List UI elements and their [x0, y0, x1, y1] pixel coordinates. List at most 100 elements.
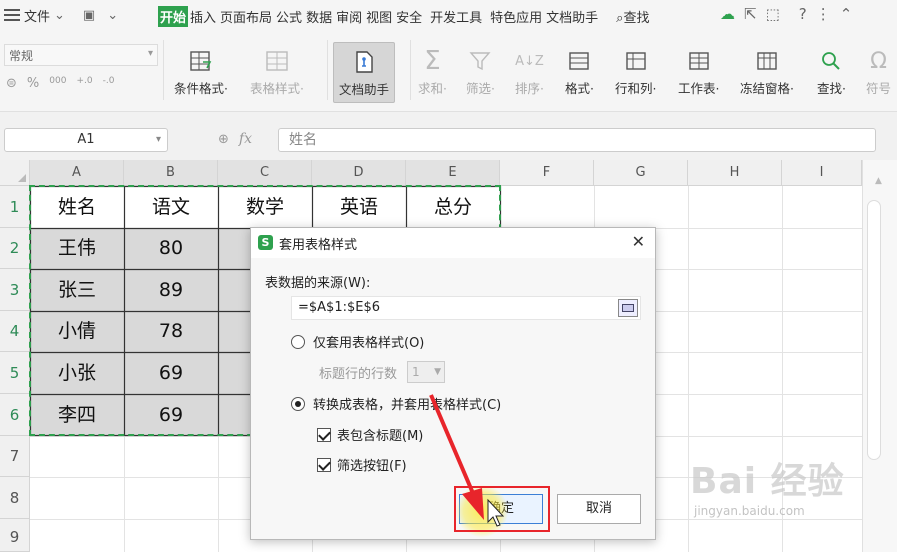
- tab-formulas[interactable]: 公式: [274, 6, 304, 27]
- tab-page-layout[interactable]: 页面布局: [218, 6, 274, 27]
- help-icon[interactable]: ?: [799, 5, 807, 23]
- ribbon-tabs: 开始 插入 页面布局 公式 数据 审阅 视图 安全 开发工具 特色应用 文档助手…: [158, 6, 651, 27]
- chevron-down-icon: ▾: [147, 48, 153, 59]
- doc-assistant-label: 文档助手: [339, 82, 390, 97]
- tab-home[interactable]: 开始: [158, 6, 189, 27]
- radio-style-only[interactable]: 仅套用表格样式(O): [291, 332, 424, 351]
- tab-developer[interactable]: 开发工具: [428, 6, 484, 27]
- range-picker-icon[interactable]: [618, 299, 638, 317]
- sort-button[interactable]: A↓Z 排序·: [515, 44, 544, 97]
- name-box[interactable]: A1 ▾: [4, 128, 168, 152]
- dialog-title-bar: S 套用表格样式 ✕: [251, 228, 655, 258]
- freeze-panes-button[interactable]: 冻结窗格·: [740, 44, 794, 97]
- hamburger-icon[interactable]: [4, 5, 20, 25]
- doc-assistant-icon: [339, 45, 389, 79]
- tab-doc-assistant[interactable]: 文档助手: [544, 6, 600, 27]
- range-value: =$A$1:$E$6: [298, 300, 381, 315]
- sort-icon: A↓Z: [515, 53, 544, 69]
- table-style-button[interactable]: 表格样式·: [250, 44, 304, 97]
- radio-icon[interactable]: [291, 334, 305, 349]
- app-logo-icon: S: [258, 235, 273, 250]
- number-format-select[interactable]: 常规 ▾: [4, 44, 158, 66]
- ribbon-divider: [327, 40, 328, 100]
- decrease-decimal-icon[interactable]: -.0: [103, 76, 115, 91]
- watermark-url: jingyan.baidu.com: [694, 504, 805, 518]
- radio-icon[interactable]: [291, 396, 305, 411]
- sum-button[interactable]: Σ 求和·: [418, 44, 447, 97]
- chevron-down-icon[interactable]: ⌄: [54, 8, 65, 23]
- vertical-scrollbar[interactable]: ▲: [862, 160, 897, 552]
- cancel-button[interactable]: 取消: [557, 494, 641, 524]
- ok-highlight-box: [454, 486, 550, 532]
- conditional-format-icon: [174, 44, 228, 78]
- format-label: 格式·: [565, 81, 594, 96]
- close-icon[interactable]: ✕: [632, 232, 645, 251]
- cloud-sync-icon[interactable]: ☁: [720, 5, 735, 23]
- tab-view[interactable]: 视图: [364, 6, 394, 27]
- zoom-icon[interactable]: ⊕: [218, 132, 229, 147]
- doc-assistant-button[interactable]: 文档助手: [333, 42, 396, 103]
- chevron-down-icon: ▾: [155, 134, 161, 145]
- ribbon: 常规 ▾ ⊜ % 000 +.0 -.0 条件格式· 表格样式· 文档助手 Σ …: [0, 30, 897, 112]
- formula-content: 姓名: [289, 132, 317, 148]
- checkbox-filter-label: 筛选按钮(F): [337, 459, 407, 474]
- freeze-panes-label: 冻结窗格·: [740, 81, 794, 96]
- scroll-up-icon[interactable]: ▲: [875, 176, 882, 186]
- find-button[interactable]: 查找·: [817, 44, 846, 97]
- more-icon[interactable]: ⋮: [816, 5, 831, 23]
- formula-bar: A1 ▾ ⊕ fx 姓名: [0, 112, 897, 160]
- chevron-down-icon[interactable]: ⌄: [107, 8, 118, 23]
- format-button[interactable]: 格式·: [565, 44, 594, 97]
- checkbox-header[interactable]: 表包含标题(M): [317, 425, 423, 444]
- formula-tools: ⊕ fx: [218, 131, 252, 147]
- table-style-label: 表格样式·: [250, 81, 304, 96]
- file-menu-label[interactable]: 文件: [24, 6, 50, 25]
- thousands-icon[interactable]: 000: [49, 76, 66, 91]
- checkbox-icon[interactable]: [317, 457, 331, 472]
- find-label: 查找·: [817, 81, 846, 96]
- rows-cols-button[interactable]: 行和列·: [615, 44, 656, 97]
- symbol-button[interactable]: Ω 符号: [866, 44, 891, 97]
- filter-label: 筛选·: [466, 81, 495, 96]
- worksheet-icon: [678, 44, 719, 78]
- filter-button[interactable]: 筛选·: [466, 44, 495, 97]
- collapse-icon[interactable]: ⌃: [840, 5, 853, 23]
- tab-security[interactable]: 安全: [394, 6, 424, 27]
- radio-style-only-label: 仅套用表格样式(O): [313, 336, 425, 351]
- currency-icon[interactable]: ⊜: [6, 76, 17, 91]
- checkbox-header-label: 表包含标题(M): [337, 429, 424, 444]
- range-input[interactable]: =$A$1:$E$6: [291, 296, 641, 320]
- scrollbar-thumb[interactable]: [867, 200, 881, 460]
- fx-icon[interactable]: fx: [239, 131, 252, 147]
- ribbon-divider: [410, 40, 411, 100]
- rows-cols-label: 行和列·: [615, 81, 657, 96]
- conditional-format-label: 条件格式·: [174, 81, 228, 96]
- tab-data[interactable]: 数据: [304, 6, 334, 27]
- cell-ref: A1: [77, 132, 95, 147]
- worksheet-label: 工作表·: [678, 81, 720, 96]
- header-rows-select[interactable]: 1 ▼: [407, 361, 445, 383]
- find-icon: [817, 44, 846, 78]
- file-menu[interactable]: 文件 ⌄ ▣ ⌄: [4, 5, 118, 25]
- increase-decimal-icon[interactable]: +.0: [76, 76, 92, 91]
- search-menu[interactable]: ⌕查找: [614, 6, 651, 27]
- checkbox-icon[interactable]: [317, 427, 331, 442]
- checkbox-filter[interactable]: 筛选按钮(F): [317, 455, 407, 474]
- percent-icon[interactable]: %: [27, 76, 39, 91]
- tab-insert[interactable]: 插入: [188, 6, 218, 27]
- symbol-label: 符号: [866, 81, 892, 96]
- share-icon[interactable]: ⇱: [744, 5, 757, 23]
- tab-review[interactable]: 审阅: [334, 6, 364, 27]
- tab-features[interactable]: 特色应用: [488, 6, 544, 27]
- search-label: 查找: [623, 11, 650, 26]
- template-icon[interactable]: ⬚: [766, 5, 780, 23]
- formula-input[interactable]: 姓名: [278, 128, 876, 152]
- header-rows-label: 标题行的行数: [319, 367, 398, 382]
- sort-label: 排序·: [515, 81, 544, 96]
- menu-bar: 文件 ⌄ ▣ ⌄ 开始 插入 页面布局 公式 数据 审阅 视图 安全 开发工具 …: [0, 0, 897, 30]
- radio-convert[interactable]: 转换成表格，并套用表格样式(C): [291, 394, 501, 413]
- conditional-format-button[interactable]: 条件格式·: [174, 44, 228, 97]
- save-icon[interactable]: ▣: [83, 8, 95, 23]
- baidu-watermark: Bai 经验 jingyan.baidu.com: [690, 452, 860, 532]
- worksheet-button[interactable]: 工作表·: [678, 44, 719, 97]
